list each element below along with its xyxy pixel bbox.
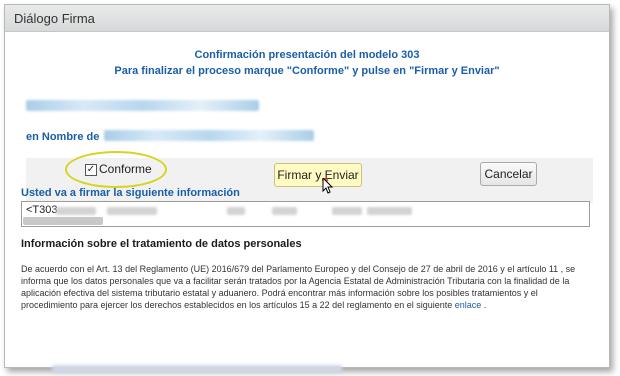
privacy-link[interactable]: enlace (455, 300, 482, 310)
privacy-paragraph: De acuerdo con el Art. 13 del Reglamento… (21, 264, 576, 310)
confirmation-heading: Confirmación presentación del modelo 303 (194, 49, 420, 61)
mouse-cursor-icon (322, 178, 334, 194)
background-page-text (52, 365, 342, 373)
privacy-heading: Información sobre el tratamiento de dato… (21, 238, 302, 250)
dialog-title: Diálogo Firma (14, 11, 95, 26)
en-nombre-label: en Nombre de (26, 131, 100, 143)
dialog-content: Confirmación presentación del modelo 303… (5, 32, 609, 367)
cancelar-button[interactable]: Cancelar (480, 162, 537, 186)
privacy-end: . (483, 300, 487, 310)
redacted-data (272, 207, 297, 215)
redacted-data (227, 207, 245, 215)
redacted-taxpayer-name (26, 100, 259, 111)
signed-data-text: <T303 (26, 204, 58, 216)
redacted-data (332, 207, 362, 215)
instruction-text: Para finalizar el proceso marque "Confor… (114, 65, 500, 77)
privacy-text: De acuerdo con el Art. 13 del Reglamento… (21, 263, 593, 311)
dialog-titlebar[interactable]: Diálogo Firma (5, 5, 609, 32)
horizontal-scrollbar[interactable] (23, 217, 103, 225)
redacted-data (367, 207, 412, 215)
conforme-checkbox[interactable]: ✓ (85, 164, 97, 176)
firmar-y-enviar-button[interactable]: Firmar y Enviar (274, 163, 362, 187)
redacted-representative-name (104, 130, 314, 141)
redacted-data (56, 207, 96, 215)
signed-data-field[interactable]: <T303 (21, 201, 590, 227)
redacted-data (107, 207, 157, 215)
info-to-sign-label: Usted va a firmar la siguiente informaci… (21, 187, 240, 199)
conforme-label[interactable]: Conforme (99, 162, 152, 176)
